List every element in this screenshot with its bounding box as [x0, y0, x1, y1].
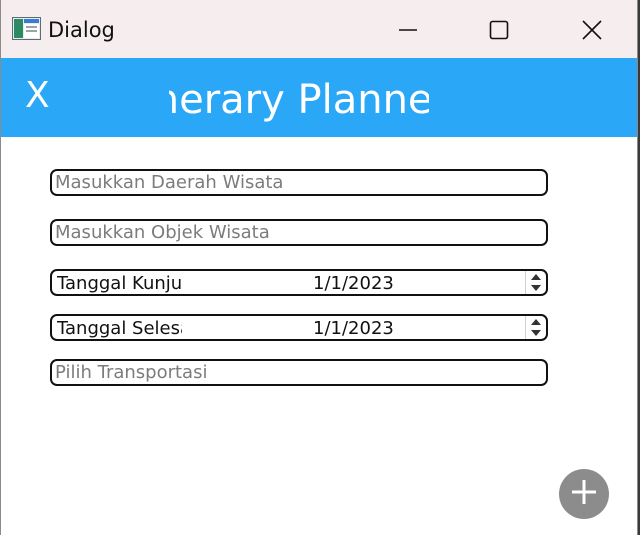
spin-up-icon[interactable] — [528, 272, 544, 282]
daerah-wisata-input[interactable] — [52, 171, 546, 194]
close-page-button[interactable]: X — [25, 76, 50, 116]
window-title: Dialog — [48, 18, 115, 42]
transportasi-field[interactable] — [50, 359, 548, 386]
plus-icon — [571, 479, 597, 510]
tanggal-selesai-value[interactable]: 1/1/2023 — [313, 317, 394, 339]
title-bar[interactable]: Dialog — [1, 0, 637, 58]
tanggal-selesai-label: Tanggal Selesai — [57, 318, 182, 339]
header-title-container: tinerary Planner — [169, 76, 429, 124]
tanggal-selesai-picker[interactable]: Tanggal Selesai 1/1/2023 — [50, 314, 548, 341]
app-icon — [12, 17, 41, 40]
minimize-icon — [398, 20, 418, 40]
tanggal-kunjungan-value[interactable]: 1/1/2023 — [313, 272, 394, 294]
tanggal-selesai-spinner[interactable] — [525, 316, 546, 339]
app-header: X tinerary Planner — [1, 58, 637, 137]
transportasi-input[interactable] — [52, 361, 546, 384]
tanggal-kunjungan-label: Tanggal Kunjungan — [57, 273, 182, 294]
daerah-wisata-field[interactable] — [50, 169, 548, 196]
spin-down-icon[interactable] — [528, 328, 544, 338]
add-button[interactable] — [559, 469, 609, 519]
maximize-button[interactable] — [476, 10, 522, 50]
close-window-button[interactable] — [569, 10, 615, 50]
tanggal-kunjungan-spinner[interactable] — [525, 271, 546, 294]
objek-wisata-field[interactable] — [50, 219, 548, 246]
page-title: tinerary Planner — [169, 77, 429, 123]
spin-up-icon[interactable] — [528, 317, 544, 327]
spin-down-icon[interactable] — [528, 283, 544, 293]
tanggal-kunjungan-picker[interactable]: Tanggal Kunjungan 1/1/2023 — [50, 269, 548, 296]
objek-wisata-input[interactable] — [52, 221, 546, 244]
maximize-icon — [489, 20, 509, 40]
close-icon — [582, 20, 602, 40]
dialog-window: Dialog X tinerary Planner Tanggal Kunj — [0, 0, 638, 535]
minimize-button[interactable] — [385, 10, 431, 50]
